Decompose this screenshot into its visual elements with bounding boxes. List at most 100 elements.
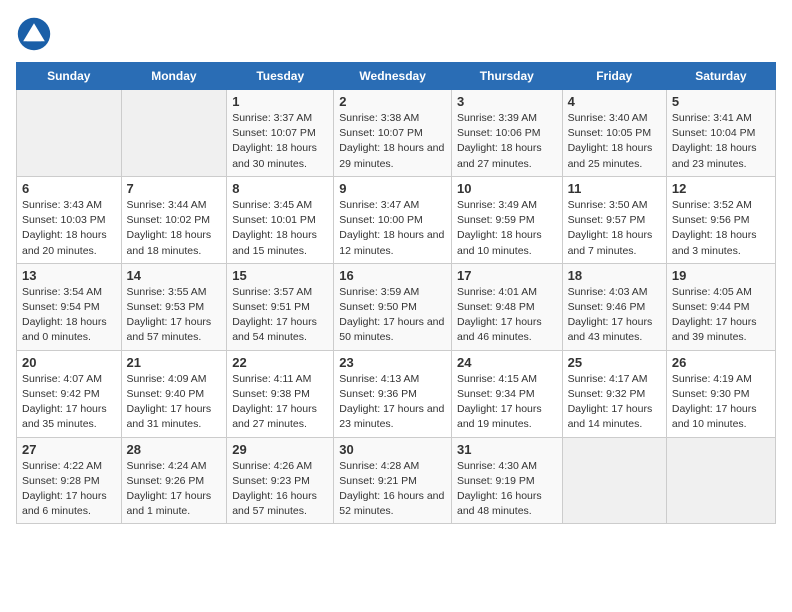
- calendar-week-5: 27Sunrise: 4:22 AMSunset: 9:28 PMDayligh…: [17, 437, 776, 524]
- calendar-cell: 20 Sunrise: 4:07 AMSunset: 9:42 PMDayligh…: [17, 350, 122, 437]
- day-info: Sunrise: 4:11 AMSunset: 9:38 PMDaylight:…: [232, 372, 328, 433]
- calendar-cell: 13 Sunrise: 3:54 AMSunset: 9:54 PMDayligh…: [17, 263, 122, 350]
- calendar-cell: 3Sunrise: 3:39 AMSunset: 10:06 PMDayligh…: [451, 90, 562, 177]
- calendar-cell: 19 Sunrise: 4:05 AMSunset: 9:44 PMDayligh…: [666, 263, 775, 350]
- day-number: 8: [232, 181, 328, 196]
- calendar-container: SundayMondayTuesdayWednesdayThursdayFrid…: [0, 0, 792, 532]
- day-info: Sunrise: 4:19 AMSunset: 9:30 PMDaylight:…: [672, 372, 770, 433]
- day-number: 21: [127, 355, 222, 370]
- day-number: 4: [568, 94, 661, 109]
- day-number: 6: [22, 181, 116, 196]
- day-number: 1: [232, 94, 328, 109]
- calendar-cell: 24 Sunrise: 4:15 AMSunset: 9:34 PMDayligh…: [451, 350, 562, 437]
- day-info: Sunrise: 3:44 AMSunset: 10:02 PMDaylight…: [127, 198, 222, 259]
- day-info: Sunrise: 4:13 AMSunset: 9:36 PMDaylight:…: [339, 372, 446, 433]
- calendar-cell: 31 Sunrise: 4:30 AMSunset: 9:19 PMDayligh…: [451, 437, 562, 524]
- calendar-header: [16, 16, 776, 52]
- calendar-cell: 12 Sunrise: 3:52 AMSunset: 9:56 PMDayligh…: [666, 176, 775, 263]
- day-number: 23: [339, 355, 446, 370]
- calendar-cell: 14Sunrise: 3:55 AMSunset: 9:53 PMDayligh…: [121, 263, 227, 350]
- calendar-week-1: 1 Sunrise: 3:37 AMSunset: 10:07 PMDayligh…: [17, 90, 776, 177]
- day-number: 16: [339, 268, 446, 283]
- day-info: Sunrise: 4:24 AMSunset: 9:26 PMDaylight:…: [127, 459, 222, 520]
- day-info: Sunrise: 4:22 AMSunset: 9:28 PMDaylight:…: [22, 459, 116, 520]
- day-number: 12: [672, 181, 770, 196]
- day-number: 28: [127, 442, 222, 457]
- calendar-cell: 30 Sunrise: 4:28 AMSunset: 9:21 PMDayligh…: [334, 437, 452, 524]
- day-info: Sunrise: 4:09 AMSunset: 9:40 PMDaylight:…: [127, 372, 222, 433]
- day-info: Sunrise: 3:50 AMSunset: 9:57 PMDaylight:…: [568, 198, 661, 259]
- calendar-week-2: 6 Sunrise: 3:43 AMSunset: 10:03 PMDayligh…: [17, 176, 776, 263]
- calendar-cell: 1 Sunrise: 3:37 AMSunset: 10:07 PMDayligh…: [227, 90, 334, 177]
- day-number: 22: [232, 355, 328, 370]
- weekday-header-monday: Monday: [121, 63, 227, 90]
- day-info: Sunrise: 3:59 AMSunset: 9:50 PMDaylight:…: [339, 285, 446, 346]
- day-info: Sunrise: 3:40 AMSunset: 10:05 PMDaylight…: [568, 111, 661, 172]
- day-info: Sunrise: 3:39 AMSunset: 10:06 PMDaylight…: [457, 111, 557, 172]
- calendar-cell: 27Sunrise: 4:22 AMSunset: 9:28 PMDayligh…: [17, 437, 122, 524]
- calendar-cell: [121, 90, 227, 177]
- day-number: 19: [672, 268, 770, 283]
- day-number: 31: [457, 442, 557, 457]
- day-number: 17: [457, 268, 557, 283]
- day-info: Sunrise: 4:07 AMSunset: 9:42 PMDaylight:…: [22, 372, 116, 433]
- calendar-week-3: 13 Sunrise: 3:54 AMSunset: 9:54 PMDayligh…: [17, 263, 776, 350]
- day-info: Sunrise: 3:54 AMSunset: 9:54 PMDaylight:…: [22, 285, 116, 346]
- weekday-header-thursday: Thursday: [451, 63, 562, 90]
- day-number: 7: [127, 181, 222, 196]
- calendar-week-4: 20 Sunrise: 4:07 AMSunset: 9:42 PMDayligh…: [17, 350, 776, 437]
- day-info: Sunrise: 4:03 AMSunset: 9:46 PMDaylight:…: [568, 285, 661, 346]
- calendar-cell: 5 Sunrise: 3:41 AMSunset: 10:04 PMDayligh…: [666, 90, 775, 177]
- calendar-cell: 23 Sunrise: 4:13 AMSunset: 9:36 PMDayligh…: [334, 350, 452, 437]
- calendar-cell: 17 Sunrise: 4:01 AMSunset: 9:48 PMDayligh…: [451, 263, 562, 350]
- day-info: Sunrise: 3:43 AMSunset: 10:03 PMDaylight…: [22, 198, 116, 259]
- calendar-cell: 4 Sunrise: 3:40 AMSunset: 10:05 PMDayligh…: [562, 90, 666, 177]
- day-info: Sunrise: 4:01 AMSunset: 9:48 PMDaylight:…: [457, 285, 557, 346]
- weekday-header-friday: Friday: [562, 63, 666, 90]
- day-number: 26: [672, 355, 770, 370]
- day-number: 30: [339, 442, 446, 457]
- day-number: 5: [672, 94, 770, 109]
- calendar-cell: 21 Sunrise: 4:09 AMSunset: 9:40 PMDayligh…: [121, 350, 227, 437]
- calendar-cell: 11 Sunrise: 3:50 AMSunset: 9:57 PMDayligh…: [562, 176, 666, 263]
- calendar-cell: 29 Sunrise: 4:26 AMSunset: 9:23 PMDayligh…: [227, 437, 334, 524]
- calendar-cell: [666, 437, 775, 524]
- calendar-cell: 6 Sunrise: 3:43 AMSunset: 10:03 PMDayligh…: [17, 176, 122, 263]
- calendar-cell: 8 Sunrise: 3:45 AMSunset: 10:01 PMDayligh…: [227, 176, 334, 263]
- day-info: Sunrise: 3:41 AMSunset: 10:04 PMDaylight…: [672, 111, 770, 172]
- day-number: 10: [457, 181, 557, 196]
- day-number: 11: [568, 181, 661, 196]
- calendar-cell: 25Sunrise: 4:17 AMSunset: 9:32 PMDayligh…: [562, 350, 666, 437]
- calendar-cell: 28 Sunrise: 4:24 AMSunset: 9:26 PMDayligh…: [121, 437, 227, 524]
- day-info: Sunrise: 3:37 AMSunset: 10:07 PMDaylight…: [232, 111, 328, 172]
- day-info: Sunrise: 3:47 AMSunset: 10:00 PMDaylight…: [339, 198, 446, 259]
- day-info: Sunrise: 4:28 AMSunset: 9:21 PMDaylight:…: [339, 459, 446, 520]
- day-number: 24: [457, 355, 557, 370]
- day-info: Sunrise: 3:49 AMSunset: 9:59 PMDaylight:…: [457, 198, 557, 259]
- logo: [16, 16, 56, 52]
- day-info: Sunrise: 4:05 AMSunset: 9:44 PMDaylight:…: [672, 285, 770, 346]
- day-number: 15: [232, 268, 328, 283]
- calendar-cell: 15Sunrise: 3:57 AMSunset: 9:51 PMDayligh…: [227, 263, 334, 350]
- day-info: Sunrise: 3:55 AMSunset: 9:53 PMDaylight:…: [127, 285, 222, 346]
- day-info: Sunrise: 3:52 AMSunset: 9:56 PMDaylight:…: [672, 198, 770, 259]
- day-info: Sunrise: 4:30 AMSunset: 9:19 PMDaylight:…: [457, 459, 557, 520]
- day-info: Sunrise: 3:45 AMSunset: 10:01 PMDaylight…: [232, 198, 328, 259]
- day-info: Sunrise: 4:15 AMSunset: 9:34 PMDaylight:…: [457, 372, 557, 433]
- day-number: 29: [232, 442, 328, 457]
- day-number: 20: [22, 355, 116, 370]
- calendar-cell: [562, 437, 666, 524]
- calendar-cell: 2Sunrise: 3:38 AMSunset: 10:07 PMDayligh…: [334, 90, 452, 177]
- day-number: 13: [22, 268, 116, 283]
- day-info: Sunrise: 4:26 AMSunset: 9:23 PMDaylight:…: [232, 459, 328, 520]
- calendar-table: SundayMondayTuesdayWednesdayThursdayFrid…: [16, 62, 776, 524]
- calendar-header-row: SundayMondayTuesdayWednesdayThursdayFrid…: [17, 63, 776, 90]
- calendar-cell: [17, 90, 122, 177]
- weekday-header-tuesday: Tuesday: [227, 63, 334, 90]
- calendar-cell: 18Sunrise: 4:03 AMSunset: 9:46 PMDayligh…: [562, 263, 666, 350]
- calendar-cell: 26 Sunrise: 4:19 AMSunset: 9:30 PMDayligh…: [666, 350, 775, 437]
- weekday-header-sunday: Sunday: [17, 63, 122, 90]
- day-info: Sunrise: 3:38 AMSunset: 10:07 PMDaylight…: [339, 111, 446, 172]
- day-number: 25: [568, 355, 661, 370]
- day-number: 9: [339, 181, 446, 196]
